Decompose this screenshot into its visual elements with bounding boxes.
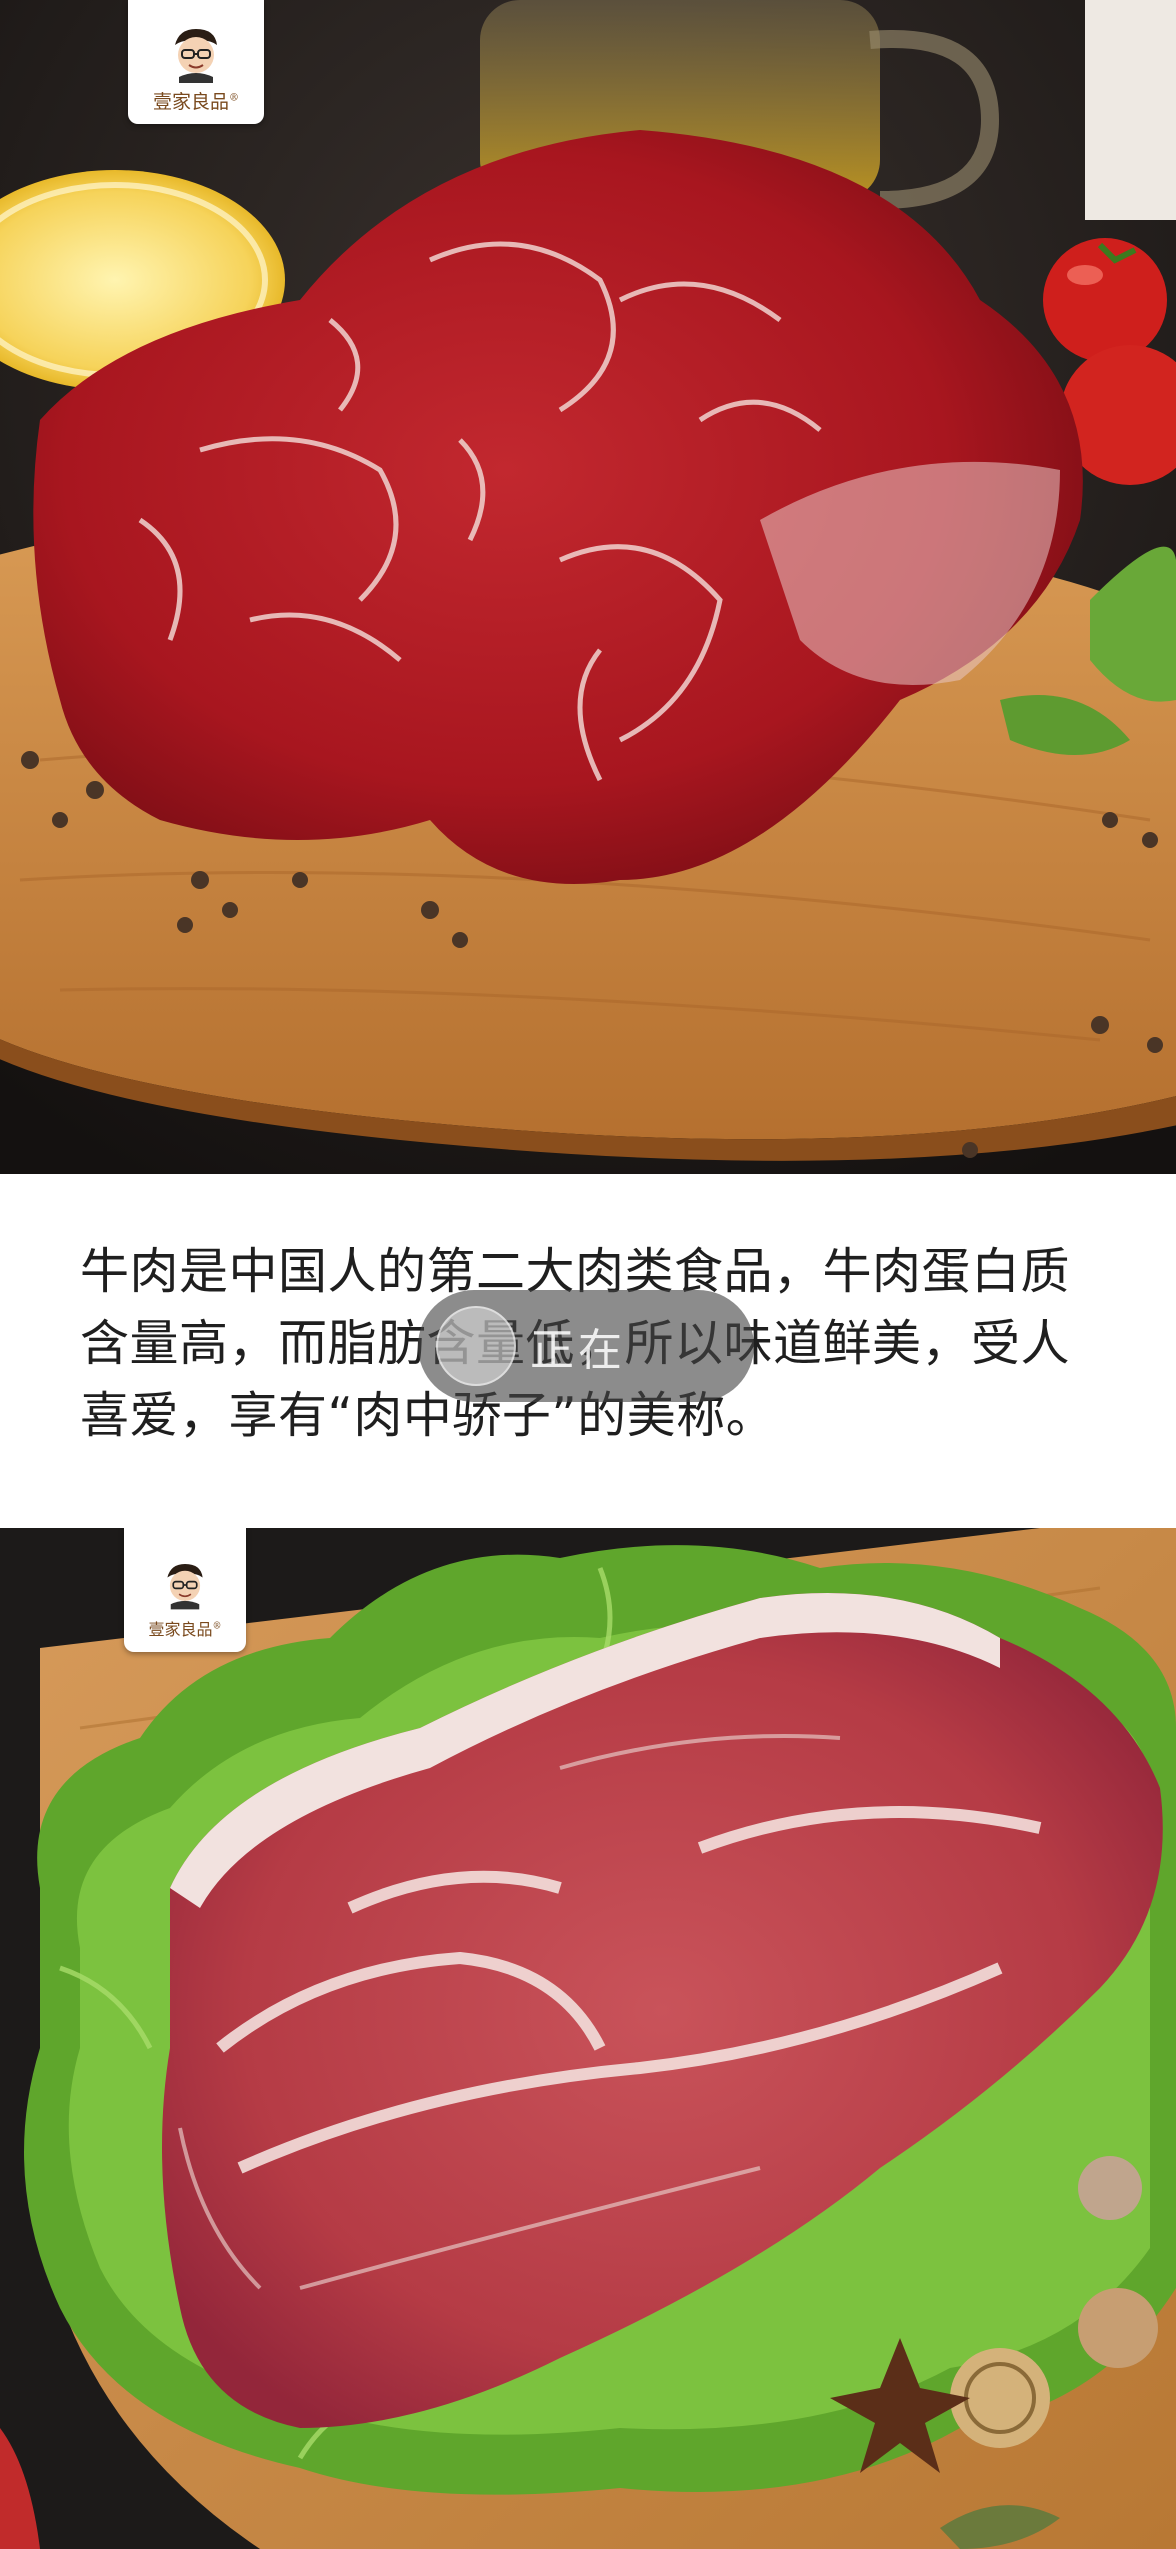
brand-name-text: 壹家良品 xyxy=(148,1620,213,1639)
bottle xyxy=(1085,0,1176,220)
brand-registered-mark: ® xyxy=(229,92,239,104)
playback-indicator-icon[interactable] xyxy=(436,1306,516,1386)
brand-logo-badge: 壹家良品® xyxy=(128,0,264,124)
beef-chunk-illustration xyxy=(0,0,1176,1174)
chef-avatar-icon xyxy=(175,29,217,83)
brand-registered-mark: ® xyxy=(212,1621,222,1632)
brand-name-text: 壹家良品 xyxy=(152,91,229,113)
brand-logo-badge: 壹家良品® xyxy=(124,1528,246,1652)
playback-status-label: 正在 xyxy=(530,1325,626,1376)
chef-avatar-icon xyxy=(167,1564,203,1610)
floating-playback-pill[interactable]: 正在 xyxy=(418,1290,754,1402)
beef-steak-illustration xyxy=(0,1528,1176,2549)
beef-photo-top: 壹家良品® xyxy=(0,0,1176,1174)
beef-photo-bottom: 壹家良品® xyxy=(0,1528,1176,2549)
